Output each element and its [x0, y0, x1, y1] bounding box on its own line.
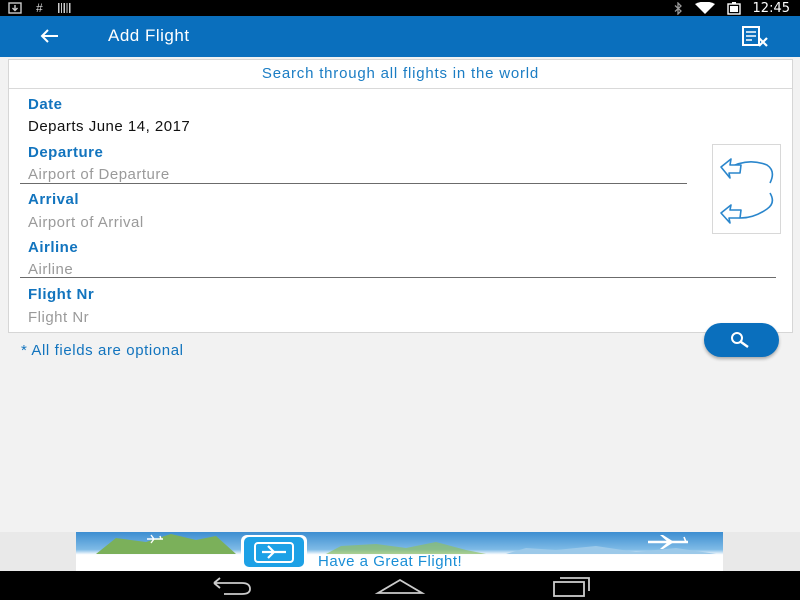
wifi-icon [694, 1, 715, 14]
departure-input[interactable] [28, 164, 678, 184]
search-headline: Search through all flights in the world [9, 60, 792, 89]
swap-airports-button[interactable] [712, 144, 781, 234]
barcode-icon [57, 3, 71, 13]
status-bar: # 12:45 [0, 0, 800, 16]
swap-airports-icon [720, 158, 774, 224]
departure-underline [20, 183, 687, 184]
home-nav-icon[interactable] [370, 575, 430, 597]
optional-note: * All fields are optional [21, 342, 184, 359]
page-title: Add Flight [108, 26, 190, 45]
battery-icon [726, 1, 741, 15]
airline-underline [20, 277, 776, 278]
back-nav-icon[interactable] [200, 575, 260, 597]
arrow-left-icon[interactable] [36, 24, 64, 48]
app-logo [241, 535, 307, 569]
date-value[interactable]: Departs June 14, 2017 [28, 118, 190, 135]
status-time: 12:45 [752, 0, 790, 16]
departure-label: Departure [28, 144, 104, 161]
ad-text: Have a Great Flight! [318, 553, 463, 570]
flight-nr-label: Flight Nr [28, 286, 95, 303]
world-map-graphic [96, 534, 716, 554]
app-bar: Add Flight [0, 16, 800, 57]
navigation-bar [0, 571, 800, 600]
airline-label: Airline [28, 239, 79, 256]
airplane-graphic [648, 535, 688, 549]
small-airplane-icon [147, 534, 163, 544]
download-icon [8, 2, 22, 14]
clear-form-icon[interactable] [740, 24, 770, 50]
ad-area: Have a Great Flight! [0, 532, 800, 571]
airplane-icon [254, 542, 294, 563]
ad-banner[interactable]: Have a Great Flight! [76, 532, 723, 571]
flight-form-card: Search through all flights in the world … [8, 59, 793, 333]
arrival-input[interactable] [28, 212, 678, 232]
recents-nav-icon[interactable] [540, 575, 600, 597]
airline-input[interactable] [28, 259, 768, 279]
search-icon [731, 332, 749, 348]
date-label: Date [28, 96, 63, 113]
search-button[interactable] [704, 323, 779, 357]
flight-nr-input[interactable] [28, 307, 768, 327]
hash-icon: # [36, 1, 43, 15]
arrival-label: Arrival [28, 191, 80, 208]
bluetooth-icon [674, 1, 682, 15]
